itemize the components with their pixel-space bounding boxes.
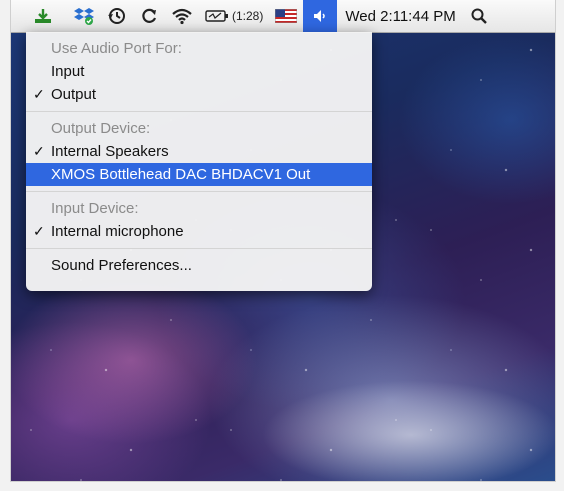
download-icon[interactable] bbox=[27, 0, 59, 32]
desktop-frame: (1:28) Wed 2:11:44 PM Use Audio Port For… bbox=[10, 0, 556, 482]
menu-bar: (1:28) Wed 2:11:44 PM bbox=[11, 0, 555, 33]
menu-item-internal-microphone[interactable]: ✓ Internal microphone bbox=[26, 220, 372, 243]
time-machine-icon[interactable] bbox=[101, 0, 133, 32]
input-header: Input Device: bbox=[51, 200, 139, 217]
checkmark-icon: ✓ bbox=[33, 223, 45, 239]
menu-separator bbox=[26, 191, 372, 192]
menu-item-xmos-dac[interactable]: XMOS Bottlehead DAC BHDACV1 Out bbox=[26, 163, 372, 186]
galaxy-glow bbox=[261, 380, 555, 481]
menu-item-input[interactable]: Input bbox=[26, 60, 372, 83]
battery-status[interactable]: (1:28) bbox=[199, 0, 269, 32]
menu-separator bbox=[26, 111, 372, 112]
audio-menu: Use Audio Port For: Input ✓ Output Outpu… bbox=[26, 32, 372, 291]
menu-item-internal-speakers[interactable]: ✓ Internal Speakers bbox=[26, 140, 372, 163]
menubar-clock[interactable]: Wed 2:11:44 PM bbox=[337, 0, 463, 32]
wifi-icon[interactable] bbox=[165, 0, 199, 32]
port-header: Use Audio Port For: bbox=[51, 40, 182, 57]
menu-item-label: Internal Speakers bbox=[51, 143, 169, 160]
checkmark-icon: ✓ bbox=[33, 86, 45, 102]
menu-separator bbox=[26, 248, 372, 249]
menu-item-sound-preferences[interactable]: Sound Preferences... bbox=[26, 254, 372, 277]
menu-item-label: Internal microphone bbox=[51, 223, 184, 240]
checkmark-icon: ✓ bbox=[33, 143, 45, 159]
menu-item-label: Output bbox=[51, 86, 97, 103]
spotlight-icon[interactable] bbox=[464, 0, 494, 32]
menu-item-output[interactable]: ✓ Output bbox=[26, 83, 372, 106]
output-header: Output Device: bbox=[51, 120, 151, 137]
battery-time: (1:28) bbox=[232, 9, 264, 23]
us-flag-icon[interactable] bbox=[269, 0, 303, 32]
sync-icon[interactable] bbox=[133, 0, 165, 32]
menu-item-label: Input bbox=[51, 63, 85, 80]
menu-item-label: XMOS Bottlehead DAC BHDACV1 Out bbox=[51, 166, 311, 183]
battery-icon bbox=[205, 10, 228, 22]
menu-item-label: Sound Preferences... bbox=[51, 257, 192, 274]
dropbox-sync-icon[interactable] bbox=[59, 0, 101, 32]
speaker-menu-extra[interactable] bbox=[303, 0, 338, 32]
speaker-icon bbox=[314, 10, 326, 22]
